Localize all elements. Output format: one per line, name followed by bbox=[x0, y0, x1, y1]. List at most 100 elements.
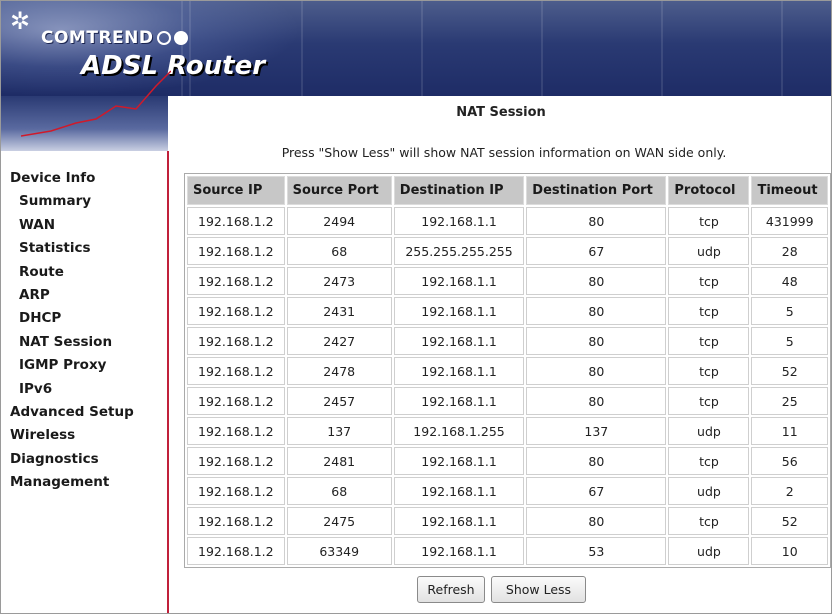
table-cell: tcp bbox=[668, 507, 750, 535]
table-cell: 192.168.1.1 bbox=[393, 327, 525, 355]
table-cell: 2473 bbox=[286, 267, 392, 295]
table-cell: 192.168.1.2 bbox=[187, 387, 285, 415]
sidebar-divider bbox=[167, 151, 169, 613]
table-cell: tcp bbox=[668, 387, 750, 415]
table-row: 192.168.1.2 2475 192.168.1.1 80 tcp 52 bbox=[187, 507, 828, 535]
table-cell: tcp bbox=[668, 327, 750, 355]
table-cell: 80 bbox=[526, 267, 667, 295]
table-cell: 192.168.1.255 bbox=[393, 417, 525, 445]
table-cell: 192.168.1.1 bbox=[393, 297, 525, 325]
column-header-timeout: Timeout bbox=[751, 176, 828, 205]
table-cell: 137 bbox=[286, 417, 392, 445]
table-cell: 192.168.1.1 bbox=[393, 387, 525, 415]
table-cell: 2 bbox=[751, 477, 828, 505]
table-row: 192.168.1.2 2457 192.168.1.1 80 tcp 25 bbox=[187, 387, 828, 415]
table-cell: 67 bbox=[526, 237, 667, 265]
sidebar-item-nat-session[interactable]: NAT Session bbox=[1, 331, 166, 354]
table-cell: 80 bbox=[526, 447, 667, 475]
table-cell: 80 bbox=[526, 327, 667, 355]
table-cell: 67 bbox=[526, 477, 667, 505]
table-row: 192.168.1.2 2478 192.168.1.1 80 tcp 52 bbox=[187, 357, 828, 385]
banner-stripe bbox=[421, 1, 423, 96]
table-row: 192.168.1.2 2431 192.168.1.1 80 tcp 5 bbox=[187, 297, 828, 325]
table-cell: 192.168.1.2 bbox=[187, 447, 285, 475]
show-less-button[interactable]: Show Less bbox=[491, 576, 586, 603]
sidebar-item-route[interactable]: Route bbox=[1, 261, 166, 284]
brand-name: COMTREND bbox=[41, 28, 154, 48]
table-cell: 5 bbox=[751, 297, 828, 325]
table-cell: 2431 bbox=[286, 297, 392, 325]
table-body: 192.168.1.2 2494 192.168.1.1 80 tcp 431999 192… bbox=[187, 207, 828, 565]
table-cell: 5 bbox=[751, 327, 828, 355]
sidebar-item-diagnostics[interactable]: Diagnostics bbox=[1, 448, 166, 471]
table-cell: 80 bbox=[526, 297, 667, 325]
sidebar-item-igmp-proxy[interactable]: IGMP Proxy bbox=[1, 354, 166, 377]
table-row: 192.168.1.2 2427 192.168.1.1 80 tcp 5 bbox=[187, 327, 828, 355]
sidebar-item-device-info[interactable]: Device Info bbox=[1, 167, 166, 190]
table-cell: 52 bbox=[751, 507, 828, 535]
nat-session-table: Source IP Source Port Destination IP Destin… bbox=[184, 173, 831, 568]
info-note: Press "Show Less" will show NAT session … bbox=[281, 145, 727, 160]
table-cell: 192.168.1.2 bbox=[187, 507, 285, 535]
table-cell: 192.168.1.2 bbox=[187, 267, 285, 295]
table-cell: tcp bbox=[668, 267, 750, 295]
table-cell: 80 bbox=[526, 507, 667, 535]
table-cell: 192.168.1.2 bbox=[187, 477, 285, 505]
table-cell: 80 bbox=[526, 207, 667, 235]
banner-stripe bbox=[661, 1, 663, 96]
sidebar-item-summary[interactable]: Summary bbox=[1, 190, 166, 213]
column-header-source-ip: Source IP bbox=[187, 176, 285, 205]
refresh-button[interactable]: Refresh bbox=[417, 576, 485, 603]
table-cell: 192.168.1.2 bbox=[187, 357, 285, 385]
banner-stripe bbox=[781, 1, 783, 96]
sidebar-item-ipv6[interactable]: IPv6 bbox=[1, 378, 166, 401]
table-cell: tcp bbox=[668, 357, 750, 385]
table-cell: 431999 bbox=[751, 207, 828, 235]
sidebar-item-statistics[interactable]: Statistics bbox=[1, 237, 166, 260]
table-cell: 53 bbox=[526, 537, 667, 565]
table-cell: 80 bbox=[526, 357, 667, 385]
sidebar-item-management[interactable]: Management bbox=[1, 471, 166, 494]
table-cell: 192.168.1.1 bbox=[393, 267, 525, 295]
table-cell: 68 bbox=[286, 477, 392, 505]
table-cell: tcp bbox=[668, 447, 750, 475]
table-cell: 192.168.1.1 bbox=[393, 357, 525, 385]
sidebar-item-arp[interactable]: ARP bbox=[1, 284, 166, 307]
table-row: 192.168.1.2 68 255.255.255.255 67 udp 28 bbox=[187, 237, 828, 265]
table-cell: 2478 bbox=[286, 357, 392, 385]
snowflake-logo-icon: ✲ bbox=[9, 7, 31, 35]
table-cell: 192.168.1.2 bbox=[187, 297, 285, 325]
table-cell: 192.168.1.2 bbox=[187, 327, 285, 355]
table-row: 192.168.1.2 2481 192.168.1.1 80 tcp 56 bbox=[187, 447, 828, 475]
sidebar-nav: Device Info Summary WAN Statistics Route ARP D… bbox=[1, 167, 166, 495]
table-cell: 255.255.255.255 bbox=[393, 237, 525, 265]
table-cell: 192.168.1.1 bbox=[393, 537, 525, 565]
table-cell: udp bbox=[668, 237, 750, 265]
router-web-ui: ✲ COMTREND ADSL Router Device Info Summar… bbox=[0, 0, 832, 614]
table-cell: 192.168.1.2 bbox=[187, 207, 285, 235]
sidebar-item-wireless[interactable]: Wireless bbox=[1, 424, 166, 447]
table-cell: 2427 bbox=[286, 327, 392, 355]
table-cell: tcp bbox=[668, 207, 750, 235]
table-cell: 192.168.1.2 bbox=[187, 417, 285, 445]
column-header-destination-port: Destination Port bbox=[526, 176, 667, 205]
table-cell: 137 bbox=[526, 417, 667, 445]
table-row: 192.168.1.2 2473 192.168.1.1 80 tcp 48 bbox=[187, 267, 828, 295]
table-cell: 28 bbox=[751, 237, 828, 265]
table-row: 192.168.1.2 63349 192.168.1.1 53 udp 10 bbox=[187, 537, 828, 565]
table-cell: 10 bbox=[751, 537, 828, 565]
sidebar-item-wan[interactable]: WAN bbox=[1, 214, 166, 237]
table-cell: udp bbox=[668, 537, 750, 565]
table-cell: 68 bbox=[286, 237, 392, 265]
sidebar-item-dhcp[interactable]: DHCP bbox=[1, 307, 166, 330]
table-cell: 2494 bbox=[286, 207, 392, 235]
table-cell: udp bbox=[668, 417, 750, 445]
table-cell: 2475 bbox=[286, 507, 392, 535]
banner-stripe bbox=[301, 1, 303, 96]
table-cell: tcp bbox=[668, 297, 750, 325]
table-cell: 192.168.1.2 bbox=[187, 237, 285, 265]
table-cell: 48 bbox=[751, 267, 828, 295]
sidebar-item-advanced-setup[interactable]: Advanced Setup bbox=[1, 401, 166, 424]
table-cell: 192.168.1.1 bbox=[393, 447, 525, 475]
table-cell: 63349 bbox=[286, 537, 392, 565]
